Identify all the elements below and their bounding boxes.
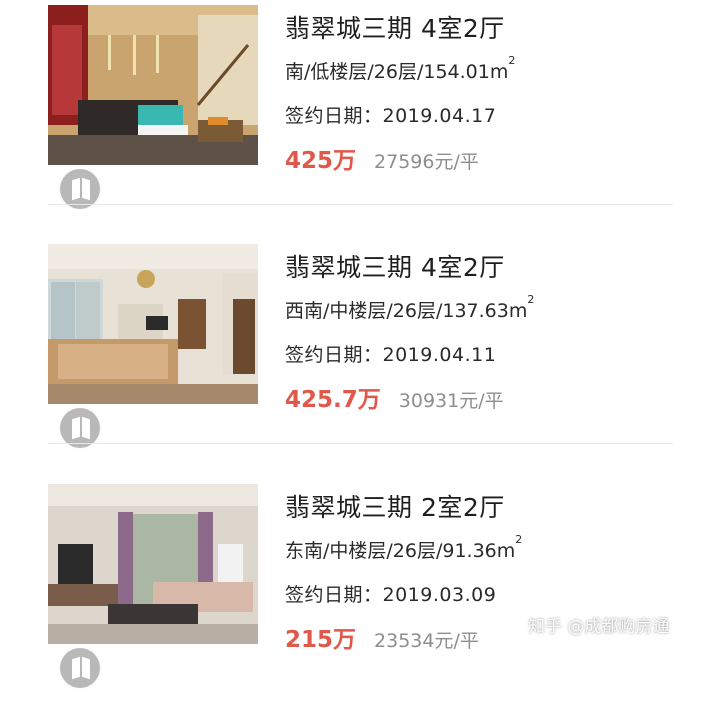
listing-title[interactable]: 翡翠城三期 4室2厅 <box>285 9 505 45</box>
listing-card[interactable]: 翡翠城三期 2室2厅 东南/中楼层/26层/91.36m2 签约日期：2019.… <box>0 484 720 704</box>
price-row: 425万 27596元/平 <box>285 141 479 175</box>
listing-photo[interactable] <box>48 484 258 644</box>
listing-title[interactable]: 翡翠城三期 2室2厅 <box>285 488 505 524</box>
unit-price: 27596元/平 <box>374 151 479 173</box>
divider <box>48 443 673 444</box>
listing-title[interactable]: 翡翠城三期 4室2厅 <box>285 248 505 284</box>
sign-date: 签约日期：2019.04.17 <box>285 105 497 127</box>
listing-photo[interactable] <box>48 244 258 404</box>
price-row: 425.7万 30931元/平 <box>285 380 504 414</box>
listing-card[interactable]: 翡翠城三期 4室2厅 西南/中楼层/26层/137.63m2 签约日期：2019… <box>0 244 720 464</box>
sign-date: 签约日期：2019.04.11 <box>285 344 497 366</box>
listing-card[interactable]: 翡翠城三期 4室2厅 南/低楼层/26层/154.01m2 签约日期：2019.… <box>0 5 720 225</box>
total-price: 425万 <box>285 148 357 174</box>
divider <box>48 204 673 205</box>
watermark: 知乎 @成都购房通 <box>528 617 670 637</box>
total-price: 215万 <box>285 627 357 653</box>
listing-detail: 西南/中楼层/26层/137.63m2 <box>285 293 535 322</box>
listing-detail: 东南/中楼层/26层/91.36m2 <box>285 533 523 562</box>
sign-date: 签约日期：2019.03.09 <box>285 584 497 606</box>
listing-detail: 南/低楼层/26层/154.01m2 <box>285 54 516 83</box>
unit-price: 30931元/平 <box>398 390 504 412</box>
total-price: 425.7万 <box>285 387 381 413</box>
price-row: 215万 23534元/平 <box>285 620 479 654</box>
listing-photo[interactable] <box>48 5 258 165</box>
unit-price: 23534元/平 <box>374 630 479 652</box>
